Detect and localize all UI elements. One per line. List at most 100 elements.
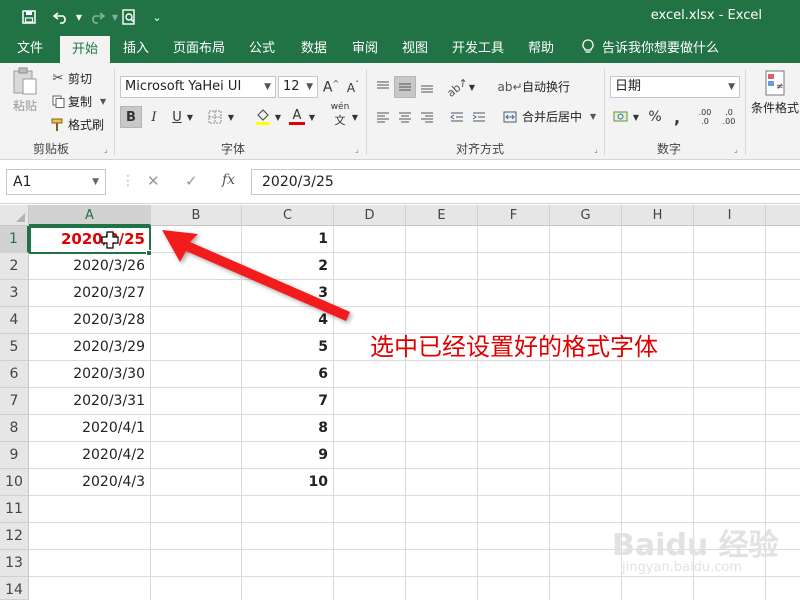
cell-a9[interactable]: 2020/4/2: [29, 442, 151, 469]
tab-page-layout[interactable]: 页面布局: [168, 39, 230, 63]
clipboard-launcher-icon[interactable]: ⌟: [104, 145, 108, 154]
wrap-text-button[interactable]: ab↵ 自动换行: [497, 78, 570, 95]
font-color-button[interactable]: A: [286, 106, 308, 128]
formula-input[interactable]: 2020/3/25: [251, 169, 800, 195]
align-right-button[interactable]: [416, 106, 438, 128]
print-preview-icon[interactable]: [118, 6, 140, 28]
align-center-button[interactable]: [394, 106, 416, 128]
enter-icon[interactable]: ✓: [185, 172, 198, 190]
column-header-i[interactable]: I: [694, 205, 766, 226]
percent-button[interactable]: %: [644, 106, 666, 128]
tab-formulas[interactable]: 公式: [242, 39, 282, 63]
fill-color-button[interactable]: [252, 106, 274, 128]
tab-developer[interactable]: 开发工具: [446, 39, 510, 63]
column-header-a[interactable]: A: [29, 205, 151, 226]
orientation-dropdown-icon[interactable]: ▼: [466, 76, 478, 98]
borders-button[interactable]: [204, 106, 226, 128]
save-icon[interactable]: [18, 6, 40, 28]
increase-indent-button[interactable]: [468, 106, 490, 128]
row-header-4[interactable]: 4: [0, 307, 29, 334]
drag-handle-icon[interactable]: ⋮: [121, 173, 135, 189]
cell-a6[interactable]: 2020/3/30: [29, 361, 151, 388]
alignment-launcher-icon[interactable]: ⌟: [594, 145, 598, 154]
row-header-11[interactable]: 11: [0, 496, 29, 523]
increase-font-size-button[interactable]: A^: [320, 76, 342, 98]
cell-a5[interactable]: 2020/3/29: [29, 334, 151, 361]
cell-a7[interactable]: 2020/3/31: [29, 388, 151, 415]
lightbulb-icon[interactable]: [578, 39, 598, 63]
phonetic-dropdown-icon[interactable]: ▼: [350, 106, 360, 128]
copy-button[interactable]: 复制 ▼: [50, 93, 106, 110]
cell-c8[interactable]: 8: [242, 415, 334, 442]
row-header-3[interactable]: 3: [0, 280, 29, 307]
cell-c9[interactable]: 9: [242, 442, 334, 469]
paste-button[interactable]: 粘贴: [8, 67, 42, 114]
cell-a3[interactable]: 2020/3/27: [29, 280, 151, 307]
cell-c7[interactable]: 7: [242, 388, 334, 415]
column-header-e[interactable]: E: [406, 205, 478, 226]
row-header-5[interactable]: 5: [0, 334, 29, 361]
number-launcher-icon[interactable]: ⌟: [734, 145, 738, 154]
format-painter-button[interactable]: 格式刷: [50, 116, 104, 133]
column-header-f[interactable]: F: [478, 205, 550, 226]
cell-a8[interactable]: 2020/4/1: [29, 415, 151, 442]
borders-dropdown-icon[interactable]: ▼: [225, 106, 237, 128]
decrease-decimal-button[interactable]: .0 .00: [718, 106, 740, 128]
column-header-j[interactable]: [766, 205, 800, 226]
customize-icon[interactable]: ⌄: [146, 6, 168, 28]
row-header-1[interactable]: 1: [0, 226, 29, 253]
align-left-button[interactable]: [372, 106, 394, 128]
comma-button[interactable]: ,: [666, 106, 688, 128]
tab-help[interactable]: 帮助: [521, 39, 561, 63]
row-header-6[interactable]: 6: [0, 361, 29, 388]
decrease-indent-button[interactable]: [446, 106, 468, 128]
cell-a4[interactable]: 2020/3/28: [29, 307, 151, 334]
conditional-format-button[interactable]: ≠ 条件格式: [750, 69, 800, 116]
tab-insert[interactable]: 插入: [116, 39, 156, 63]
column-header-g[interactable]: G: [550, 205, 622, 226]
accounting-format-button[interactable]: [610, 106, 632, 128]
name-box[interactable]: A1 ▼: [6, 169, 106, 195]
fill-color-dropdown-icon[interactable]: ▼: [272, 106, 284, 128]
number-format-select[interactable]: 日期 ▼: [610, 76, 740, 98]
italic-button[interactable]: I: [143, 106, 165, 128]
row-header-2[interactable]: 2: [0, 253, 29, 280]
decrease-font-size-button[interactable]: Aˇ: [342, 76, 364, 98]
merge-center-button[interactable]: 合并后居中 ▼: [502, 108, 596, 125]
tab-file[interactable]: 文件: [8, 39, 52, 63]
select-all-button[interactable]: [0, 205, 29, 226]
tell-me-search[interactable]: 告诉我你想要做什么: [602, 39, 722, 63]
row-header-8[interactable]: 8: [0, 415, 29, 442]
cell-c6[interactable]: 6: [242, 361, 334, 388]
tab-home[interactable]: 开始: [60, 36, 110, 63]
row-header-13[interactable]: 13: [0, 550, 29, 577]
cell-c5[interactable]: 5: [242, 334, 334, 361]
row-header-10[interactable]: 10: [0, 469, 29, 496]
row-header-9[interactable]: 9: [0, 442, 29, 469]
tab-review[interactable]: 审阅: [345, 39, 385, 63]
accounting-dropdown-icon[interactable]: ▼: [630, 106, 642, 128]
row-header-7[interactable]: 7: [0, 388, 29, 415]
align-bottom-button[interactable]: [416, 76, 438, 98]
column-header-h[interactable]: H: [622, 205, 694, 226]
row-header-14[interactable]: 14: [0, 577, 29, 600]
tab-view[interactable]: 视图: [395, 39, 435, 63]
align-top-button[interactable]: [372, 76, 394, 98]
underline-dropdown-icon[interactable]: ▼: [184, 106, 196, 128]
font-color-dropdown-icon[interactable]: ▼: [306, 106, 318, 128]
align-middle-button[interactable]: [394, 76, 416, 98]
row-header-12[interactable]: 12: [0, 523, 29, 550]
cell-a10[interactable]: 2020/4/3: [29, 469, 151, 496]
font-launcher-icon[interactable]: ⌟: [355, 145, 359, 154]
cancel-icon[interactable]: ✕: [147, 172, 160, 190]
cut-button[interactable]: ✂ 剪切: [50, 70, 92, 87]
bold-button[interactable]: B: [120, 106, 142, 128]
tab-data[interactable]: 数据: [294, 39, 334, 63]
insert-function-icon[interactable]: fx: [222, 172, 235, 188]
orientation-button[interactable]: ab↗: [444, 75, 470, 100]
cell-c10[interactable]: 10: [242, 469, 334, 496]
cell-a2[interactable]: 2020/3/26: [29, 253, 151, 280]
font-size-select[interactable]: 12 ▼: [278, 76, 318, 98]
increase-decimal-button[interactable]: .00 .0: [694, 106, 716, 128]
font-name-select[interactable]: Microsoft YaHei UI ▼: [120, 76, 276, 98]
